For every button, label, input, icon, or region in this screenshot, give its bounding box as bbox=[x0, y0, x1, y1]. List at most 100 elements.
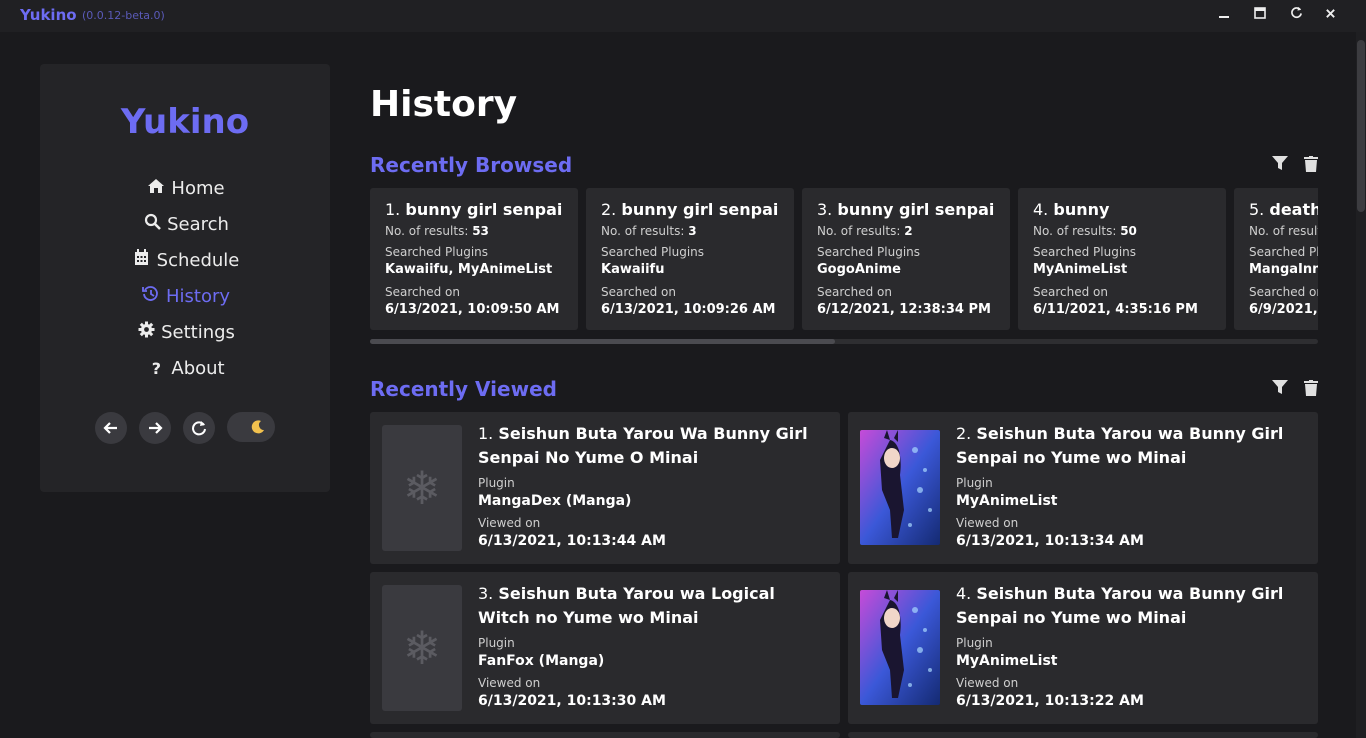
plugins-label: Searched Plugins bbox=[601, 245, 705, 259]
date-label: Viewed on bbox=[956, 676, 1019, 690]
sidebar-item-home[interactable]: Home bbox=[40, 176, 330, 202]
browsed-query: bunny girl senpai bbox=[837, 200, 995, 219]
sidebar: Yukino Home Search Schedule History Sett… bbox=[40, 64, 330, 492]
sidebar-item-settings[interactable]: Settings bbox=[40, 320, 330, 346]
trash-icon[interactable] bbox=[1301, 380, 1321, 400]
plugins-label: Searched Plugins bbox=[817, 245, 921, 259]
date-value: 6/13/2021, 10:13:30 AM bbox=[478, 693, 666, 709]
browsed-query: bunny bbox=[1053, 200, 1110, 219]
date-label: Searched on bbox=[385, 285, 460, 299]
plugins-value: MangaInn bbox=[1249, 262, 1318, 277]
viewed-card[interactable] bbox=[848, 732, 1318, 738]
app-version: (0.0.12-beta.0) bbox=[82, 9, 165, 22]
browsed-index: 5. bbox=[1249, 200, 1265, 219]
results-label: No. of results: bbox=[817, 224, 901, 238]
trash-icon[interactable] bbox=[1301, 156, 1321, 176]
browsed-card[interactable]: 5. death No. of results: Searched Plugin… bbox=[1234, 188, 1318, 330]
browsed-card[interactable]: 2. bunny girl senpai No. of results: 3 S… bbox=[586, 188, 794, 330]
browsed-query: bunny girl senpai bbox=[621, 200, 779, 219]
browsed-index: 3. bbox=[817, 200, 833, 219]
browsed-card[interactable]: 3. bunny girl senpai No. of results: 2 S… bbox=[802, 188, 1010, 330]
browsed-index: 1. bbox=[385, 200, 401, 219]
browsed-index: 4. bbox=[1033, 200, 1049, 219]
viewed-card[interactable]: ❄ 1. Seishun Buta Yarou Wa Bunny Girl Se… bbox=[370, 412, 840, 564]
date-label: Viewed on bbox=[478, 516, 541, 530]
home-icon bbox=[145, 176, 167, 202]
minimize-icon[interactable] bbox=[1214, 6, 1234, 26]
history-icon bbox=[140, 284, 162, 310]
sidebar-item-label: Search bbox=[167, 214, 229, 235]
viewed-index: 4. bbox=[956, 584, 972, 603]
refresh-icon[interactable] bbox=[1286, 6, 1306, 26]
date-label: Searched on bbox=[1033, 285, 1108, 299]
snowflake-icon: ❄ bbox=[382, 425, 462, 551]
plugins-value: GogoAnime bbox=[817, 262, 901, 277]
plugins-value: Kawaiifu, MyAnimeList bbox=[385, 262, 553, 277]
viewed-title: Seishun Buta Yarou wa Bunny Girl Senpai … bbox=[956, 424, 1284, 467]
plugin-label: Plugin bbox=[956, 476, 993, 490]
question-icon: ? bbox=[151, 359, 162, 378]
recently-browsed-list[interactable]: 1. bunny girl senpai No. of results: 53 … bbox=[370, 188, 1318, 330]
calendar-icon bbox=[131, 248, 153, 274]
viewed-title: Seishun Buta Yarou wa Bunny Girl Senpai … bbox=[956, 584, 1284, 627]
forward-button[interactable] bbox=[139, 412, 171, 444]
viewed-title: Seishun Buta Yarou Wa Bunny Girl Senpai … bbox=[478, 424, 808, 467]
viewed-index: 3. bbox=[478, 584, 494, 603]
results-label: No. of results: bbox=[601, 224, 685, 238]
date-value: 6/12/2021, 12:38:34 PM bbox=[817, 302, 991, 317]
horizontal-scrollbar[interactable] bbox=[370, 339, 1318, 344]
filter-icon[interactable] bbox=[1270, 156, 1290, 176]
moon-icon bbox=[245, 414, 271, 440]
browsed-index: 2. bbox=[601, 200, 617, 219]
results-label: No. of results: bbox=[1033, 224, 1117, 238]
page-scrollbar-thumb[interactable] bbox=[1357, 40, 1365, 212]
reload-button[interactable] bbox=[183, 412, 215, 444]
plugins-label: Searched Plugins bbox=[1249, 245, 1318, 259]
page-scrollbar[interactable] bbox=[1356, 32, 1366, 738]
back-button[interactable] bbox=[95, 412, 127, 444]
plugins-value: Kawaiifu bbox=[601, 262, 665, 277]
anime-cover-image bbox=[860, 430, 940, 545]
sidebar-item-search[interactable]: Search bbox=[40, 212, 330, 238]
date-value: 6/11/2021, 4:35:16 PM bbox=[1033, 302, 1198, 317]
browsed-card[interactable]: 1. bunny girl senpai No. of results: 53 … bbox=[370, 188, 578, 330]
viewed-index: 1. bbox=[478, 424, 494, 443]
results-label: No. of results: bbox=[1249, 224, 1318, 238]
page-title: History bbox=[370, 84, 518, 125]
plugins-label: Searched Plugins bbox=[385, 245, 489, 259]
recently-browsed-title: Recently Browsed bbox=[370, 153, 573, 177]
date-value: 6/9/2021, bbox=[1249, 302, 1318, 317]
viewed-card[interactable]: 2. Seishun Buta Yarou wa Bunny Girl Senp… bbox=[848, 412, 1318, 564]
plugin-label: Plugin bbox=[956, 636, 993, 650]
viewed-index: 2. bbox=[956, 424, 972, 443]
date-value: 6/13/2021, 10:09:26 AM bbox=[601, 302, 776, 317]
sidebar-item-schedule[interactable]: Schedule bbox=[40, 248, 330, 274]
sidebar-item-label: History bbox=[165, 286, 231, 307]
sidebar-item-label: Home bbox=[171, 178, 225, 199]
scrollbar-thumb[interactable] bbox=[370, 339, 835, 344]
results-label: No. of results: bbox=[385, 224, 469, 238]
date-label: Searched on bbox=[1249, 285, 1318, 299]
browsed-query: bunny girl senpai bbox=[405, 200, 563, 219]
plugin-value: FanFox (Manga) bbox=[478, 653, 605, 669]
filter-icon[interactable] bbox=[1270, 380, 1290, 400]
maximize-icon[interactable] bbox=[1250, 6, 1270, 26]
title-bar: Yukino (0.0.12-beta.0) bbox=[0, 0, 1366, 32]
browsed-card[interactable]: 4. bunny No. of results: 50 Searched Plu… bbox=[1018, 188, 1226, 330]
plugin-value: MyAnimeList bbox=[956, 493, 1058, 509]
close-icon[interactable] bbox=[1320, 6, 1340, 26]
viewed-card[interactable] bbox=[370, 732, 840, 738]
viewed-card[interactable]: ❄ 3. Seishun Buta Yarou wa Logical Witch… bbox=[370, 572, 840, 724]
date-label: Searched on bbox=[817, 285, 892, 299]
date-value: 6/13/2021, 10:13:34 AM bbox=[956, 533, 1144, 549]
sidebar-item-history[interactable]: History bbox=[40, 284, 330, 310]
sidebar-item-label: About bbox=[171, 358, 225, 379]
snowflake-icon: ❄ bbox=[382, 585, 462, 711]
sidebar-item-about[interactable]: ? About bbox=[40, 356, 330, 382]
search-icon bbox=[141, 212, 163, 238]
viewed-card[interactable]: 4. Seishun Buta Yarou wa Bunny Girl Senp… bbox=[848, 572, 1318, 724]
results-count: 2 bbox=[904, 224, 913, 238]
theme-toggle[interactable] bbox=[227, 412, 275, 442]
plugins-value: MyAnimeList bbox=[1033, 262, 1128, 277]
plugin-label: Plugin bbox=[478, 476, 515, 490]
